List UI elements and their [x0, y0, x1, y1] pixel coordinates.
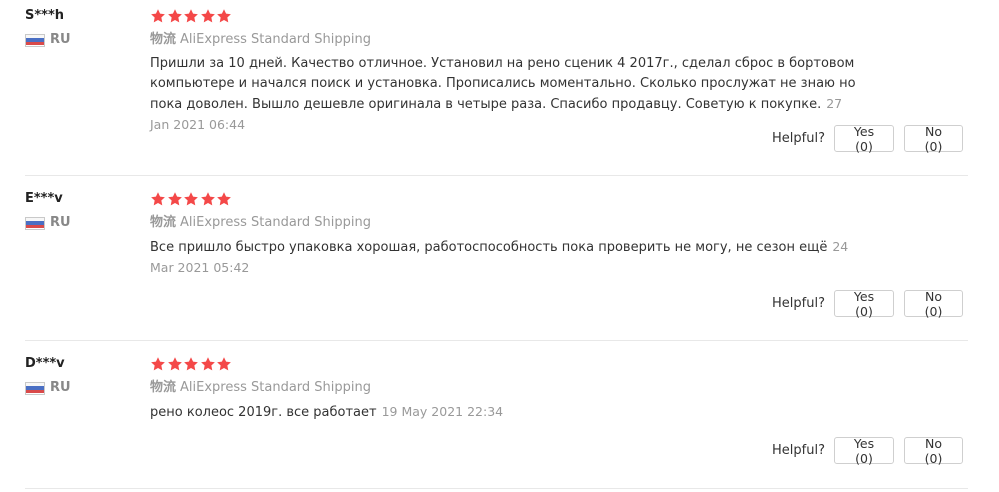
review-text: Все пришло быстро упаковка хорошая, рабо… [150, 240, 828, 255]
country-code: RU [50, 32, 71, 47]
helpful-label: Helpful? [772, 443, 825, 458]
star-icon [217, 9, 231, 23]
star-icon [151, 192, 165, 206]
star-rating [150, 191, 233, 207]
review-text: Пришли за 10 дней. Качество отличное. Ус… [150, 56, 856, 112]
russia-flag-icon [25, 381, 45, 395]
star-icon [184, 9, 198, 23]
shipping-method: AliExpress Standard Shipping [180, 32, 372, 47]
shipping-label: 物流 [150, 215, 177, 230]
star-icon [200, 357, 215, 371]
shipping-label: 物流 [150, 380, 177, 395]
helpful-votes: Helpful? Yes (0) No (0) [772, 124, 963, 154]
shipping-info: 物流 AliExpress Standard Shipping [150, 214, 371, 232]
star-icon [200, 9, 215, 23]
russia-flag-icon [25, 33, 45, 47]
helpful-label: Helpful? [772, 131, 825, 146]
star-rating [150, 8, 233, 24]
star-icon [151, 9, 165, 23]
review-divider [25, 175, 968, 176]
helpful-yes-button[interactable]: Yes (0) [834, 289, 894, 319]
helpful-yes-button[interactable]: Yes (0) [834, 436, 894, 466]
reviewer-name: D***v [25, 356, 65, 371]
shipping-info: 物流 AliExpress Standard Shipping [150, 31, 371, 49]
helpful-votes: Helpful? Yes (0) No (0) [772, 289, 963, 319]
star-icon [167, 192, 182, 206]
review-content: Все пришло быстро упаковка хорошая, рабо… [150, 237, 862, 279]
star-icon [151, 357, 165, 371]
shipping-info: 物流 AliExpress Standard Shipping [150, 379, 371, 397]
helpful-label: Helpful? [772, 296, 825, 311]
star-icon [217, 357, 231, 371]
star-icon [184, 357, 198, 371]
russia-flag-icon [25, 216, 45, 230]
star-rating [150, 356, 233, 372]
reviewer-name: E***v [25, 191, 63, 206]
star-icon [167, 357, 182, 371]
review-content: Пришли за 10 дней. Качество отличное. Ус… [150, 54, 862, 136]
helpful-yes-button[interactable]: Yes (0) [834, 124, 894, 154]
helpful-votes: Helpful? Yes (0) No (0) [772, 436, 963, 466]
star-icon [184, 192, 198, 206]
shipping-label: 物流 [150, 32, 177, 47]
country-code: RU [50, 215, 71, 230]
shipping-method: AliExpress Standard Shipping [180, 380, 372, 395]
review-divider [25, 340, 968, 341]
helpful-no-button[interactable]: No (0) [904, 289, 963, 319]
review-divider [25, 488, 968, 489]
helpful-no-button[interactable]: No (0) [904, 436, 963, 466]
reviewer-country: RU [25, 215, 71, 231]
review-item: D***v RU 物流 AliExpress Standard Shipping … [0, 356, 999, 486]
reviewer-name: S***h [25, 8, 65, 23]
helpful-no-button[interactable]: No (0) [904, 124, 963, 154]
review-item: E***v RU 物流 AliExpress Standard Shipping … [0, 191, 999, 341]
star-icon [167, 9, 182, 23]
review-content: рено колеос 2019г. все работает 19 May 20… [150, 402, 862, 423]
country-code: RU [50, 380, 71, 395]
review-text: рено колеос 2019г. все работает [150, 405, 377, 420]
star-icon [200, 192, 215, 206]
shipping-method: AliExpress Standard Shipping [180, 215, 372, 230]
reviewer-country: RU [25, 380, 71, 396]
reviewer-country: RU [25, 32, 71, 48]
star-icon [217, 192, 231, 206]
review-item: S***h RU 物流 AliExpress Standard Shipping … [0, 8, 999, 176]
review-date: 19 May 2021 22:34 [381, 404, 504, 419]
